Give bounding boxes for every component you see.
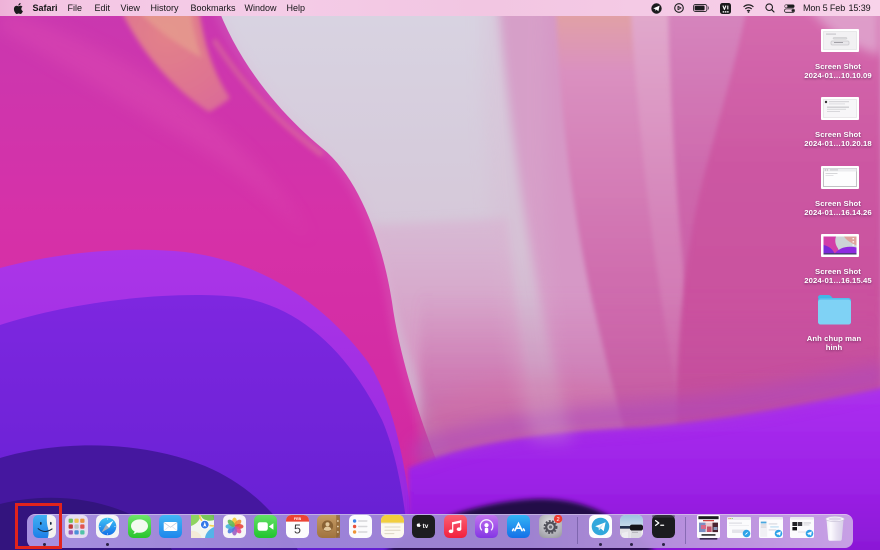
svg-text:2: 2 xyxy=(556,517,559,523)
svg-text:tv: tv xyxy=(423,522,429,529)
svg-text:5: 5 xyxy=(294,522,301,536)
svg-text:FEB: FEB xyxy=(294,517,302,521)
